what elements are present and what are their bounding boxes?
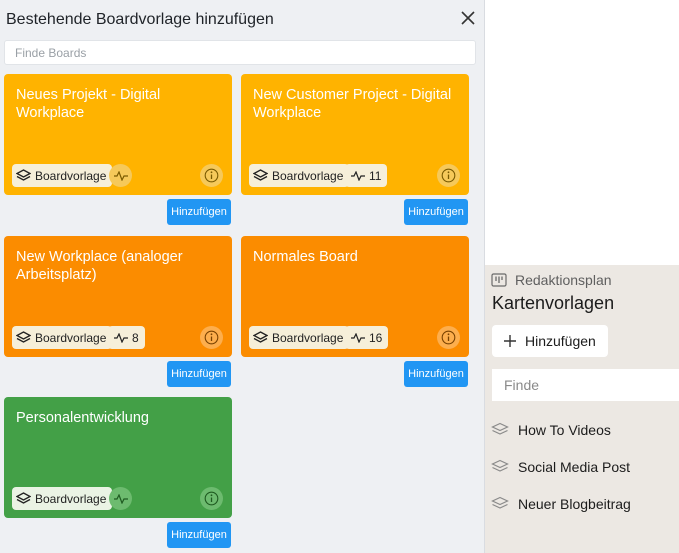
add-board-button[interactable]: Hinzufügen	[167, 199, 231, 225]
info-button[interactable]	[437, 326, 460, 349]
close-button[interactable]	[457, 7, 479, 29]
card-template-label: How To Videos	[518, 422, 611, 438]
close-icon	[461, 11, 475, 25]
card-template-item[interactable]: How To Videos	[491, 422, 611, 438]
add-board-template-modal: Bestehende Boardvorlage hinzufügen Neues…	[0, 0, 485, 553]
layers-icon	[491, 459, 509, 472]
board-title: New Workplace (analoger Arbeitsplatz)	[16, 249, 183, 283]
board-card[interactable]: Normales Board Boardvorlage 16	[241, 236, 469, 357]
activity-badge: 11	[345, 164, 388, 187]
board-card[interactable]: Personalentwicklung Boardvorlage	[4, 397, 232, 518]
info-button[interactable]	[200, 487, 223, 510]
card-templates-panel: Redaktionsplan Kartenvorlagen Hinzufügen…	[485, 265, 679, 553]
add-board-button[interactable]: Hinzufügen	[404, 199, 468, 225]
activity-badge: 16	[345, 326, 389, 349]
board-template-label: Boardvorlage	[35, 330, 107, 345]
activity-icon	[351, 332, 365, 343]
activity-count: 16	[369, 330, 383, 345]
card-template-search-input[interactable]	[492, 369, 679, 401]
card-template-label: Neuer Blogbeitrag	[518, 496, 631, 512]
plus-icon	[504, 335, 516, 347]
add-board-button[interactable]: Hinzufügen	[167, 522, 231, 548]
modal-title: Bestehende Boardvorlage hinzufügen	[6, 11, 274, 28]
info-icon	[204, 330, 219, 345]
activity-count: 11	[369, 168, 382, 183]
info-icon	[204, 491, 219, 506]
info-icon	[441, 168, 456, 183]
board-card[interactable]: New Workplace (analoger Arbeitsplatz) Bo…	[4, 236, 232, 357]
layers-icon	[16, 491, 31, 504]
layers-icon	[253, 168, 268, 181]
activity-badge: 8	[108, 326, 145, 349]
board-template-tag: Boardvorlage	[249, 164, 350, 187]
card-template-label: Social Media Post	[518, 459, 631, 475]
info-button[interactable]	[200, 326, 223, 349]
add-card-template-button[interactable]: Hinzufügen	[492, 325, 608, 357]
board-template-tag: Boardvorlage	[249, 326, 350, 349]
board-icon	[491, 273, 507, 287]
activity-icon	[113, 170, 128, 181]
layers-icon	[491, 422, 509, 435]
layers-icon	[16, 168, 31, 181]
board-title: Neues Projekt - Digital Workplace	[16, 87, 161, 121]
board-card[interactable]: New Customer Project - Digital Workplace…	[241, 74, 469, 195]
card-template-item[interactable]: Social Media Post	[491, 459, 630, 475]
board-card[interactable]: Neues Projekt - Digital Workplace Boardv…	[4, 74, 232, 195]
add-board-button[interactable]: Hinzufügen	[404, 361, 468, 387]
info-icon	[204, 168, 219, 183]
activity-badge	[109, 164, 132, 187]
activity-icon	[113, 493, 128, 504]
activity-count: 8	[132, 330, 139, 345]
board-name: Redaktionsplan	[515, 272, 612, 288]
activity-icon	[114, 332, 128, 343]
panel-title: Kartenvorlagen	[492, 293, 615, 313]
board-template-label: Boardvorlage	[35, 491, 107, 506]
board-template-label: Boardvorlage	[272, 330, 344, 345]
board-template-label: Boardvorlage	[35, 168, 107, 183]
activity-badge	[109, 487, 132, 510]
activity-icon	[351, 170, 365, 181]
layers-icon	[491, 496, 509, 509]
info-button[interactable]	[200, 164, 223, 187]
board-breadcrumb: Redaktionsplan	[491, 272, 612, 288]
layers-icon	[16, 330, 31, 343]
add-card-template-label: Hinzufügen	[525, 333, 596, 349]
board-template-tag: Boardvorlage	[12, 326, 113, 349]
board-template-label: Boardvorlage	[272, 168, 344, 183]
board-title: Normales Board	[253, 249, 358, 265]
layers-icon	[253, 330, 268, 343]
card-template-item[interactable]: Neuer Blogbeitrag	[491, 496, 631, 512]
board-title: Personalentwicklung	[16, 410, 149, 426]
add-board-button[interactable]: Hinzufügen	[167, 361, 231, 387]
board-search-input[interactable]	[4, 40, 476, 65]
info-icon	[441, 330, 456, 345]
info-button[interactable]	[437, 164, 460, 187]
board-template-tag: Boardvorlage	[12, 487, 113, 510]
board-title: New Customer Project - Digital Workplace	[253, 87, 452, 121]
board-template-tag: Boardvorlage	[12, 164, 113, 187]
